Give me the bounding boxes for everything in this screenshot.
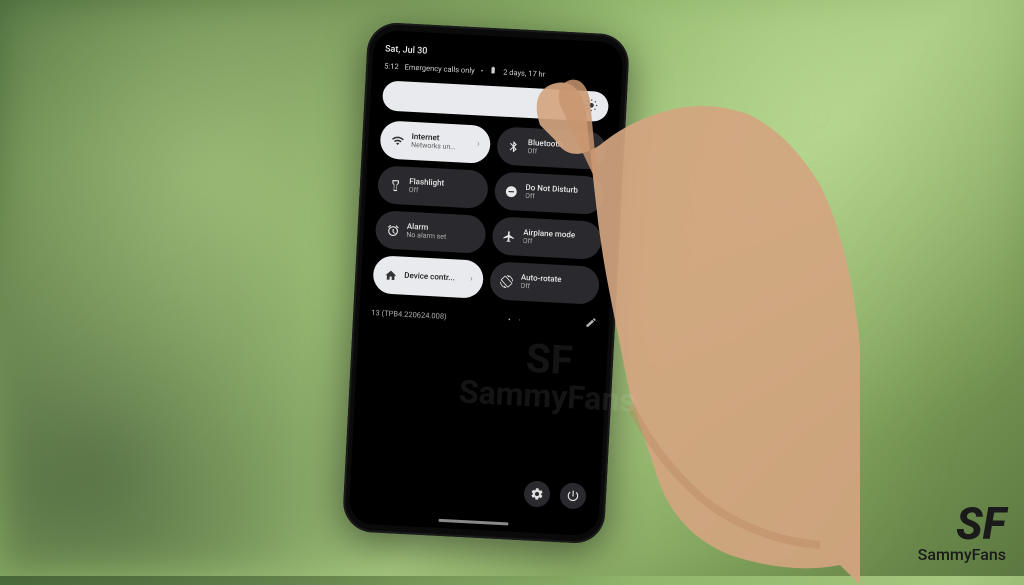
tile-alarm[interactable]: Alarm No alarm set	[375, 210, 486, 254]
brightness-icon	[584, 96, 599, 116]
dot-separator: •	[480, 66, 483, 75]
wifi-icon	[390, 133, 405, 148]
tile-subtitle: Off	[409, 186, 444, 196]
edit-icon[interactable]	[585, 316, 598, 332]
tile-subtitle: Networks un...	[411, 141, 456, 151]
tile-device-controls[interactable]: Device contr... ›	[372, 255, 483, 299]
quick-settings-tiles: Internet Networks un... › Bluetooth Off …	[372, 120, 607, 305]
build-row: 13 (TPB4.220624.008) • ·	[371, 305, 597, 332]
page-indicator: • ·	[508, 315, 524, 325]
build-text: 13 (TPB4.220624.008)	[371, 308, 447, 321]
home-icon	[383, 268, 398, 283]
phone-frame: Sat, Jul 30 5:12 Emergency calls only • …	[342, 21, 630, 544]
bottom-buttons	[523, 480, 586, 509]
tile-bluetooth[interactable]: Bluetooth Off	[496, 126, 607, 170]
rotate-icon	[499, 274, 514, 289]
tile-subtitle: Off	[523, 237, 575, 247]
phone-screen: Sat, Jul 30 5:12 Emergency calls only • …	[348, 30, 624, 536]
alarm-icon	[385, 223, 400, 238]
tile-internet[interactable]: Internet Networks un... ›	[379, 120, 490, 164]
bluetooth-icon	[506, 139, 521, 154]
flashlight-icon	[388, 178, 403, 193]
chevron-right-icon: ›	[477, 139, 480, 149]
power-button[interactable]	[559, 482, 586, 509]
status-network: Emergency calls only	[404, 62, 475, 75]
tile-subtitle: Off	[520, 282, 561, 292]
brightness-slider[interactable]	[382, 80, 609, 122]
chevron-right-icon: ›	[470, 274, 473, 284]
tile-subtitle: Off	[525, 192, 578, 202]
tile-auto-rotate[interactable]: Auto-rotate Off	[489, 261, 600, 305]
status-time: 5:12	[384, 61, 399, 71]
tile-title: Device contr...	[404, 271, 455, 282]
airplane-icon	[502, 229, 517, 244]
status-battery: 2 days, 17 hr	[503, 67, 545, 78]
tile-flashlight[interactable]: Flashlight Off	[377, 165, 488, 209]
tile-subtitle: No alarm set	[406, 231, 446, 241]
settings-button[interactable]	[523, 480, 550, 507]
battery-icon	[489, 66, 498, 76]
dnd-icon	[504, 184, 519, 199]
tile-subtitle: Off	[527, 148, 562, 157]
gesture-nav-bar[interactable]	[438, 519, 508, 526]
tile-dnd[interactable]: Do Not Disturb Off	[493, 171, 604, 215]
tile-airplane[interactable]: Airplane mode Off	[491, 216, 602, 260]
